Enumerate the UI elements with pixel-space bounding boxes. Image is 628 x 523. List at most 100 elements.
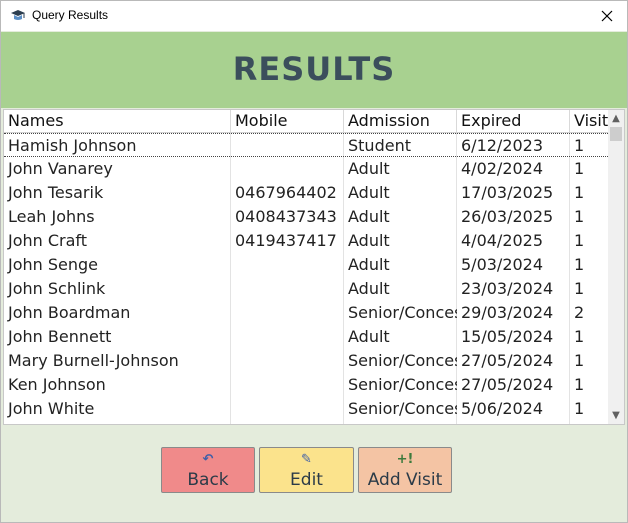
table-row[interactable]: John Schlink Adult 23/03/2024 1	[4, 277, 610, 301]
table-row[interactable]: John White Senior/Concession5/06/2024 1	[4, 397, 610, 421]
table-cell: 1	[574, 327, 585, 346]
add-visit-button-label: Add Visit	[367, 470, 443, 490]
table-row[interactable]: John Bennett Adult 15/05/2024 1	[4, 325, 610, 349]
table-cell: John Senge	[8, 255, 99, 274]
window-title: Query Results	[32, 8, 109, 22]
table-cell	[231, 373, 344, 397]
column-header[interactable]: Names	[4, 110, 231, 132]
table-cell: 1	[574, 375, 585, 394]
table-cell: 1	[574, 351, 585, 370]
table-cell: Ken Johnson	[8, 375, 106, 394]
table-cell: 0408437343	[235, 207, 337, 226]
results-banner: RESULTS	[1, 32, 627, 108]
button-bar: ↶ Back ✎ Edit +! Add Visit	[1, 426, 627, 522]
table-cell: Adult	[348, 231, 390, 250]
table-cell: Adult	[348, 255, 390, 274]
table-row[interactable]: Leah Johns 0408437343 Adult 26/03/2025 1	[4, 205, 610, 229]
results-table[interactable]: NamesMobileAdmissionExpiredVisits Hamish…	[3, 109, 625, 425]
back-arrow-icon: ↶	[202, 452, 214, 467]
table-cell: 17/03/2025	[461, 183, 554, 202]
scroll-up-icon[interactable]: ▲	[608, 110, 624, 127]
table-cell: John Tesarik	[8, 183, 104, 202]
table-cell: Adult	[348, 159, 390, 178]
column-header[interactable]: Expired	[457, 110, 570, 132]
table-cell: 1	[574, 159, 585, 178]
table-row[interactable]: John Senge Adult 5/03/2024 1	[4, 253, 610, 277]
table-cell: 1	[574, 399, 585, 418]
close-button[interactable]	[587, 1, 627, 31]
table-cell: Senior/Concession	[348, 399, 457, 418]
table-cell	[231, 349, 344, 373]
table-row[interactable]: John Boardman Senior/Concession29/03/2024…	[4, 301, 610, 325]
table-cell: Mary Burnell-Johnson	[8, 351, 179, 370]
pencil-icon: ✎	[301, 452, 312, 467]
edit-button-label: Edit	[290, 470, 323, 490]
table-cell: 26/03/2025	[461, 207, 554, 226]
table-cell: 1	[574, 255, 585, 274]
table-cell: 5/03/2024	[461, 255, 544, 274]
add-icon: +!	[396, 452, 414, 467]
vertical-scrollbar[interactable]: ▲ ▼	[608, 110, 624, 424]
close-icon[interactable]	[601, 10, 613, 22]
table-cell: John Vanarey	[8, 159, 113, 178]
table-cell: 1	[574, 136, 585, 155]
column-header[interactable]: Admission	[344, 110, 457, 132]
edit-button[interactable]: ✎ Edit	[259, 447, 354, 493]
table-cell: 29/03/2024	[461, 303, 554, 322]
scroll-thumb[interactable]	[610, 127, 622, 141]
table-cell: Adult	[348, 327, 390, 346]
column-header[interactable]: Visits	[570, 110, 610, 132]
table-cell: 6/12/2023	[461, 136, 544, 155]
add-visit-button[interactable]: +! Add Visit	[358, 447, 452, 493]
page-title: RESULTS	[232, 50, 396, 88]
table-cell: Adult	[348, 183, 390, 202]
table-cell: 1	[574, 207, 585, 226]
table-cell: Adult	[348, 279, 390, 298]
table-cell: Adult	[348, 207, 390, 226]
table-cell	[231, 134, 344, 158]
title-bar: Query Results	[1, 1, 627, 31]
table-row[interactable]: John Craft 0419437417 Adult 4/04/2025 1	[4, 229, 610, 253]
table-cell: 0419437417	[235, 231, 337, 250]
scroll-down-icon[interactable]: ▼	[608, 407, 624, 424]
table-cell: 5/06/2024	[461, 399, 544, 418]
table-cell: Senior/Concession	[348, 351, 457, 370]
table-header: NamesMobileAdmissionExpiredVisits	[4, 110, 610, 133]
table-cell	[231, 301, 344, 325]
table-row[interactable]: John Tesarik 0467964402 Adult 17/03/2025 1	[4, 181, 610, 205]
table-cell	[231, 253, 344, 277]
table-cell	[231, 277, 344, 301]
table-cell	[231, 325, 344, 349]
table-cell: 0467964402	[235, 183, 337, 202]
table-cell: John Craft	[8, 231, 88, 250]
back-button-label: Back	[187, 470, 229, 490]
table-cell: Leah Johns	[8, 207, 95, 226]
table-cell: 1	[574, 231, 585, 250]
table-cell: John Boardman	[8, 303, 131, 322]
table-cell: Hamish Johnson	[8, 136, 137, 155]
table-cell: Senior/Concession	[348, 375, 457, 394]
table-row[interactable]: Ken Johnson Senior/Concession27/05/2024 1	[4, 373, 610, 397]
table-cell: 1	[574, 183, 585, 202]
table-cell: Senior/Concession	[348, 303, 457, 322]
table-cell: 27/05/2024	[461, 351, 554, 370]
back-button[interactable]: ↶ Back	[161, 447, 255, 493]
table-cell: 23/03/2024	[461, 279, 554, 298]
table-cell: 1	[574, 279, 585, 298]
column-header[interactable]: Mobile	[231, 110, 344, 132]
table-row[interactable]: John Vanarey Adult 4/02/2024 1	[4, 157, 610, 181]
table-cell	[231, 157, 344, 181]
table-cell: 27/05/2024	[461, 375, 554, 394]
query-results-window: Query Results RESULTS Names Mobile Admissi…	[0, 0, 628, 523]
table-cell: 2	[574, 303, 585, 322]
table-cell: John White	[8, 399, 95, 418]
app-icon	[10, 8, 26, 24]
table-cell: John Schlink	[8, 279, 106, 298]
table-row[interactable]: Hamish Johnson Student 6/12/2023 1	[4, 133, 610, 157]
table-row[interactable]: Mary Burnell-Johnson Senior/Concession27/…	[4, 349, 610, 373]
table-cell: 4/04/2025	[461, 231, 544, 250]
table-cell: 4/02/2024	[461, 159, 544, 178]
table-cell: Student	[348, 136, 411, 155]
table-cell: 15/05/2024	[461, 327, 554, 346]
table-cell: John Bennett	[8, 327, 112, 346]
